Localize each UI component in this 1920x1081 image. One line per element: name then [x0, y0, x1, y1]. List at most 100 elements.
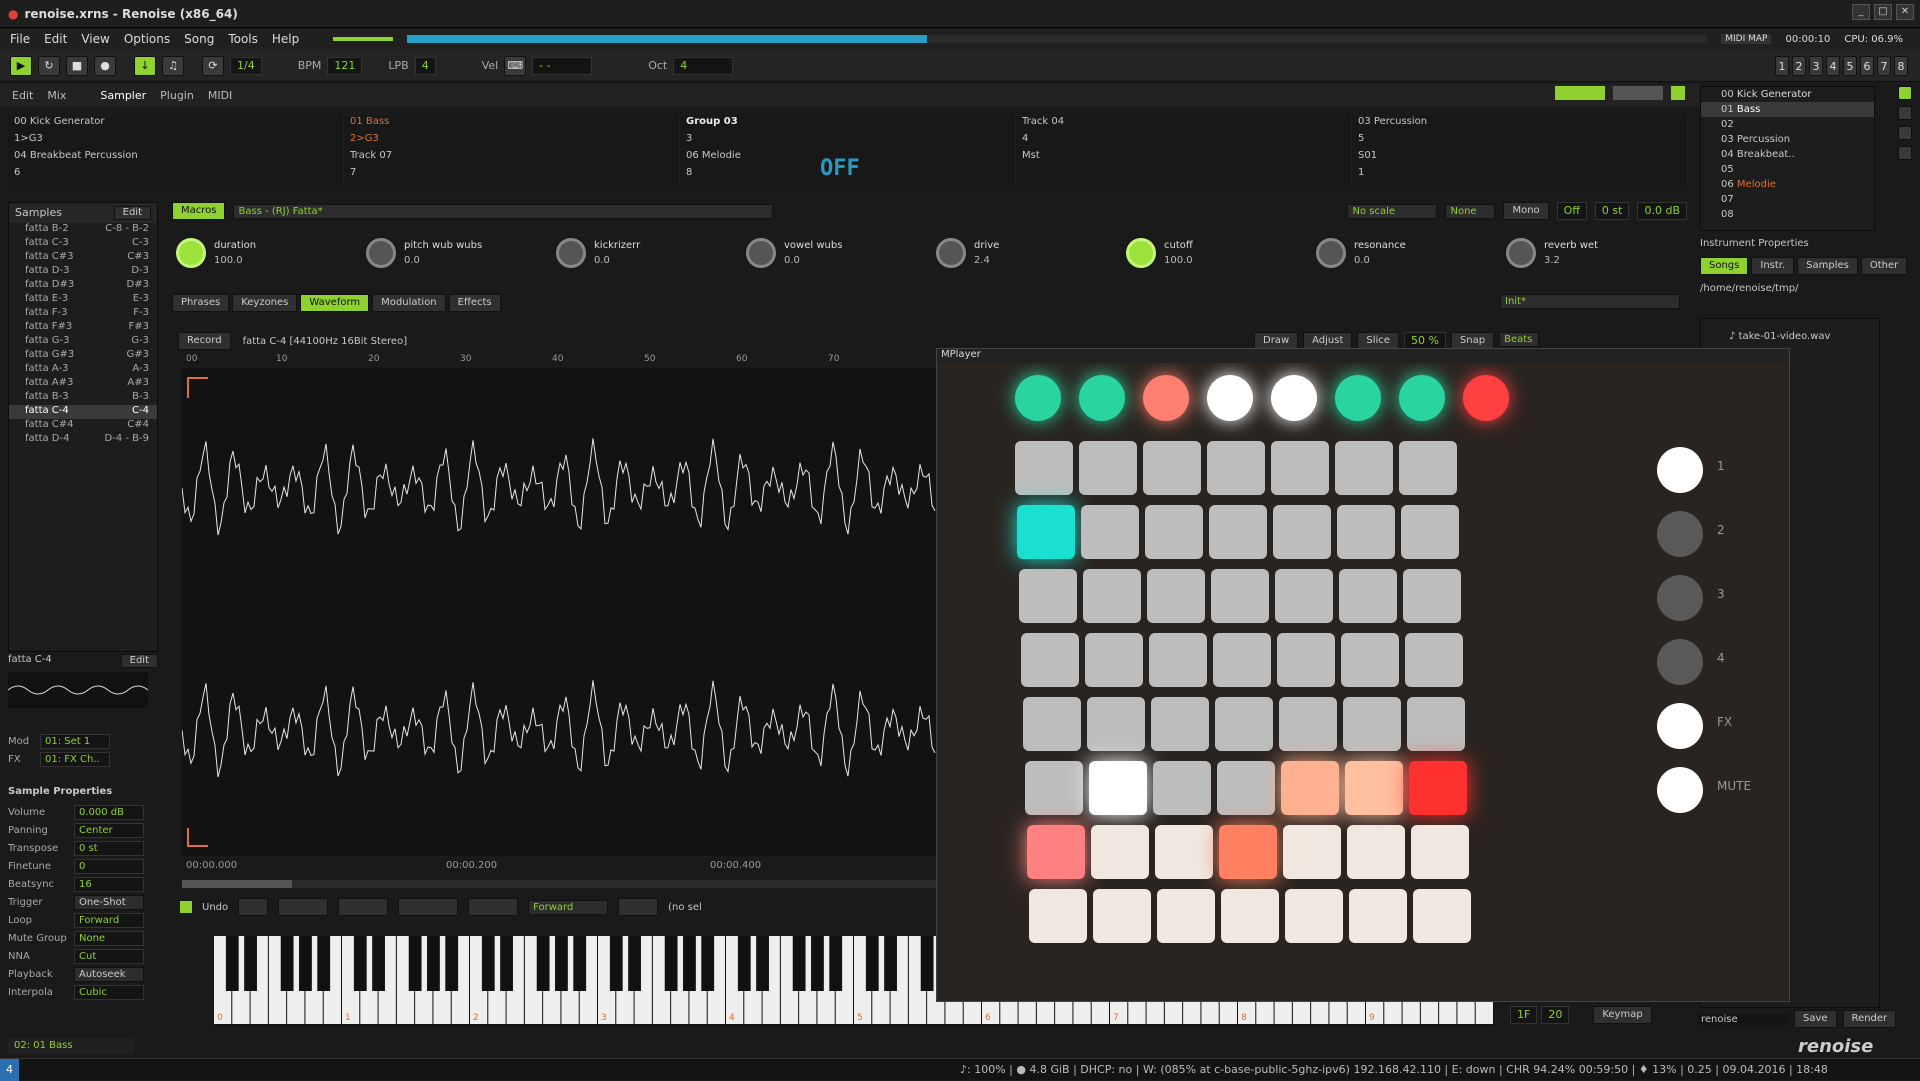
follow-button[interactable]: ↓ — [134, 55, 156, 76]
autoseek-button[interactable]: Autoseek — [74, 966, 144, 982]
menu-edit[interactable]: Edit — [44, 32, 67, 46]
sample-item[interactable]: fatta A#3 A#3 — [9, 377, 157, 391]
instrument-item[interactable]: 03 Percussion — [1701, 132, 1874, 147]
black-key[interactable] — [500, 936, 513, 991]
layout-3[interactable]: 3 — [1809, 56, 1823, 76]
minimize-button[interactable]: _ — [1852, 4, 1870, 20]
spectrum-button[interactable] — [1613, 86, 1663, 100]
macro-knob[interactable] — [176, 238, 206, 268]
sample-item[interactable]: fatta C#4 C#4 — [9, 419, 157, 433]
undo-checkbox[interactable] — [180, 901, 192, 913]
sample-item[interactable]: fatta D-4 D-4 - B-9 — [9, 433, 157, 447]
tab-modulation[interactable]: Modulation — [372, 294, 446, 312]
pattern-cell[interactable]: Group 03 — [680, 116, 1016, 133]
scope-toggle-button[interactable] — [1671, 86, 1685, 100]
black-key[interactable] — [920, 936, 934, 991]
black-key[interactable] — [664, 936, 678, 991]
tool-button[interactable] — [398, 898, 459, 916]
instrument-item[interactable]: 00 Kick Generator — [1701, 87, 1874, 102]
play-instr-button[interactable] — [1898, 86, 1912, 100]
tool-icon[interactable] — [1898, 106, 1912, 120]
instrument-item[interactable]: 07 — [1701, 192, 1874, 207]
black-key[interactable] — [408, 936, 422, 991]
song-position-bar[interactable] — [407, 35, 1708, 43]
sample-item[interactable]: fatta B-2 C-8 - B-2 — [9, 223, 157, 237]
tool-button[interactable] — [278, 898, 329, 916]
sample-item[interactable]: fatta C#3 C#3 — [9, 251, 157, 265]
pattern-cell[interactable]: S01 — [1352, 150, 1688, 167]
scope-button[interactable] — [1555, 86, 1605, 100]
prop-value[interactable]: 0.000 dB — [74, 804, 144, 820]
prop-value[interactable]: Center — [74, 822, 144, 838]
vel-value[interactable]: - - — [532, 56, 593, 75]
layout-5[interactable]: 5 — [1843, 56, 1857, 76]
tab-plugin[interactable]: Plugin — [160, 89, 194, 102]
sample-item[interactable]: fatta D#3 D#3 — [9, 279, 157, 293]
nna-select[interactable]: Cut — [74, 948, 144, 964]
glide-value[interactable]: Off — [1556, 202, 1587, 220]
black-key[interactable] — [628, 936, 641, 991]
pattern-cell[interactable]: 03 Percussion — [1352, 116, 1688, 133]
tab-songs[interactable]: Songs — [1700, 257, 1749, 275]
loop-select[interactable]: Forward — [74, 912, 144, 928]
midi-map-button[interactable]: MIDI MAP — [1721, 34, 1772, 44]
keyboard-value-1[interactable]: 1F — [1510, 1006, 1538, 1024]
loop-end-marker[interactable] — [187, 828, 208, 847]
macro-value[interactable]: 100.0 — [214, 255, 256, 266]
waveform-view[interactable] — [181, 368, 938, 856]
black-key[interactable] — [445, 936, 459, 991]
pattern-cell[interactable]: Track 04 — [1016, 116, 1352, 133]
sample-item[interactable]: fatta A-3 A-3 — [9, 363, 157, 377]
keyboard-value-2[interactable]: 20 — [1541, 1006, 1570, 1024]
macro-value[interactable]: 3.2 — [1544, 255, 1598, 266]
close-button[interactable]: ✕ — [1896, 4, 1914, 20]
tab-edit[interactable]: Edit — [12, 89, 33, 102]
tab-sampler[interactable]: Sampler — [100, 89, 146, 102]
waveform-scrollbar[interactable] — [182, 880, 938, 888]
fx-select[interactable]: 01: FX Ch.. — [40, 751, 110, 767]
prop-value[interactable]: 0 — [74, 858, 144, 874]
pattern-cell[interactable]: 4 — [1016, 133, 1352, 150]
scale-select[interactable]: No scale — [1347, 203, 1438, 219]
pattern-cell[interactable]: 7 — [344, 167, 680, 184]
play-sample-button[interactable] — [618, 898, 659, 916]
pattern-cell[interactable]: 01 Bass — [344, 116, 680, 133]
black-key[interactable] — [701, 936, 715, 991]
macro-knob[interactable] — [1506, 238, 1536, 268]
tool-icon[interactable] — [1898, 146, 1912, 160]
bpm-value[interactable]: 121 — [327, 56, 363, 75]
pattern-cell[interactable]: 00 Kick Generator — [8, 116, 344, 133]
black-key[interactable] — [536, 936, 550, 991]
tab-keyzones[interactable]: Keyzones — [232, 294, 298, 312]
pattern-cell[interactable]: 04 Breakbeat Percussion — [8, 150, 344, 167]
menu-options[interactable]: Options — [124, 32, 170, 46]
instrument-item[interactable]: 08 — [1701, 207, 1874, 222]
pattern-cell[interactable]: Mst — [1016, 150, 1352, 167]
black-key[interactable] — [317, 936, 331, 991]
sample-item[interactable]: fatta F-3 F-3 — [9, 307, 157, 321]
record-button[interactable]: ● — [94, 55, 116, 76]
transpose-value[interactable]: 0 st — [1594, 202, 1630, 220]
interpolation-select[interactable]: Cubic — [74, 984, 144, 1000]
maximize-button[interactable]: □ — [1874, 4, 1892, 20]
pattern-cell[interactable]: 2>G3 — [344, 133, 680, 150]
sample-item[interactable]: fatta G-3 G-3 — [9, 335, 157, 349]
sample-item[interactable]: fatta D-3 D-3 — [9, 265, 157, 279]
tab-waveform[interactable]: Waveform — [300, 294, 370, 312]
macro-knob[interactable] — [1316, 238, 1346, 268]
tool-icon[interactable] — [1898, 126, 1912, 140]
sample-item[interactable]: fatta G#3 G#3 — [9, 349, 157, 363]
macro-knob[interactable] — [936, 238, 966, 268]
black-key[interactable] — [244, 936, 257, 991]
file-item[interactable]: ♪ take-01-video.wav — [1701, 319, 1879, 342]
instrument-item[interactable]: 06 Melodie — [1701, 177, 1874, 192]
black-key[interactable] — [372, 936, 385, 991]
metronome-button[interactable]: ♫ — [162, 55, 184, 76]
layout-7[interactable]: 7 — [1877, 56, 1891, 76]
trigger-select[interactable]: One-Shot — [74, 894, 144, 910]
black-key[interactable] — [573, 936, 587, 991]
preview-edit-button[interactable]: Edit — [120, 654, 158, 668]
save-button[interactable]: Save — [1794, 1010, 1837, 1028]
black-key[interactable] — [829, 936, 843, 991]
lpb-value[interactable]: 4 — [414, 56, 436, 75]
